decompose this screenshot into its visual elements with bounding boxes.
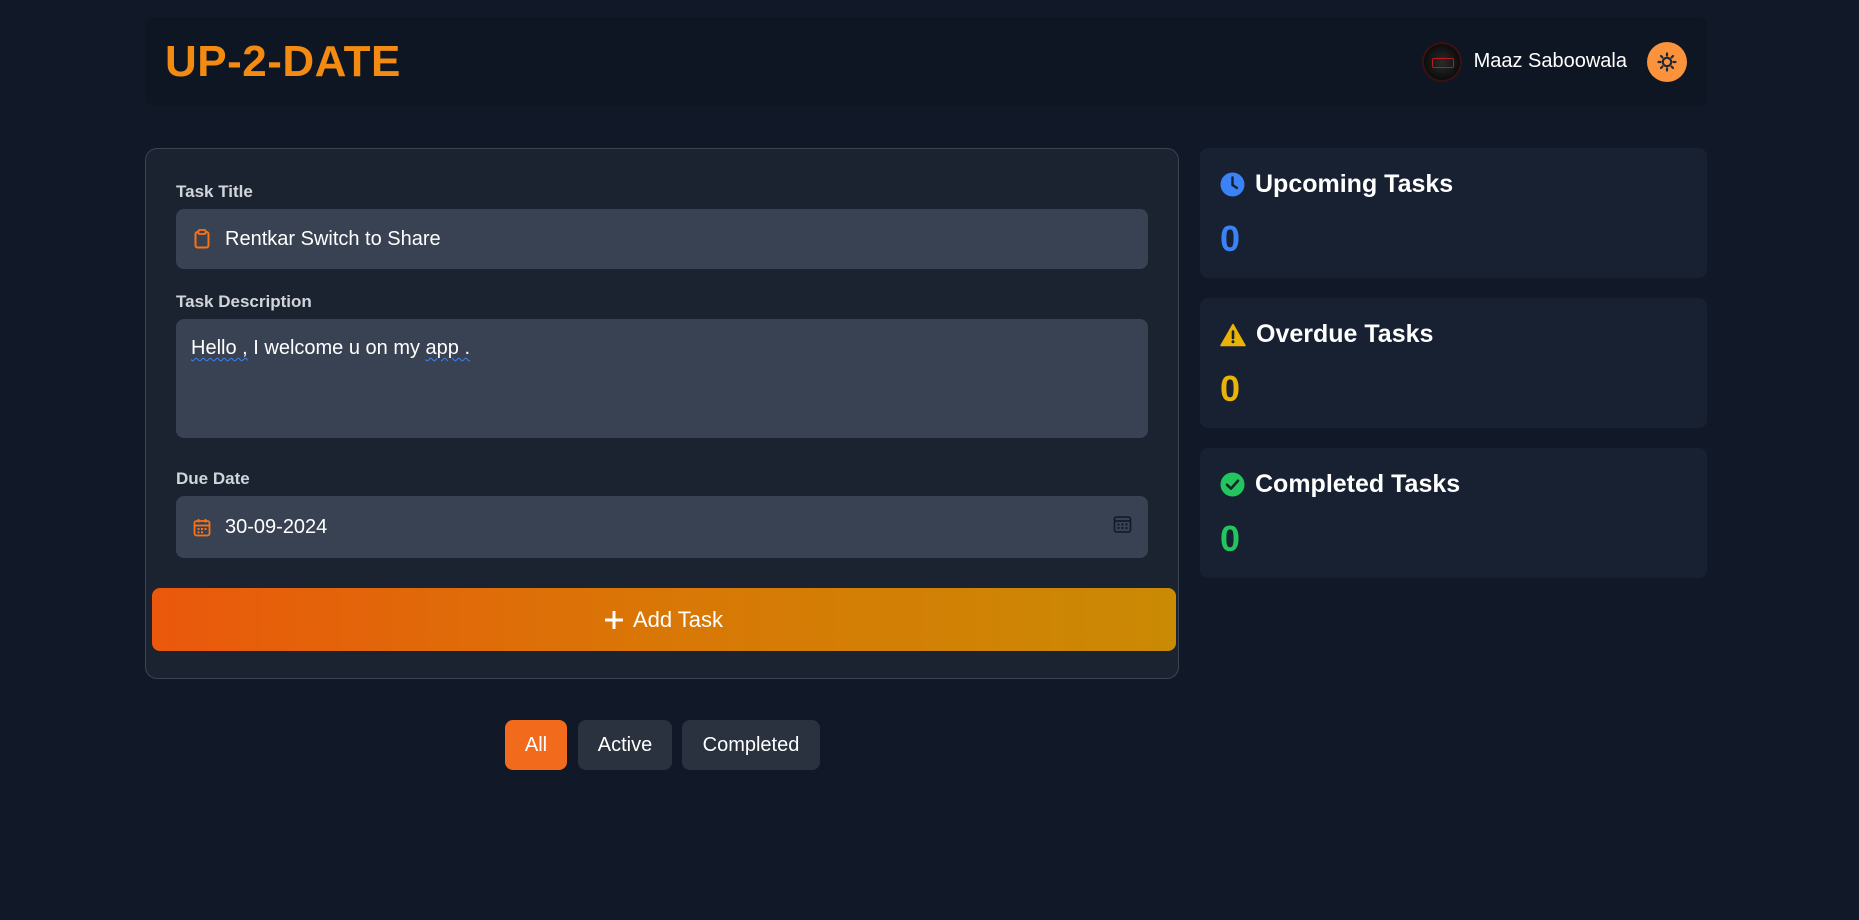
date-picker-icon[interactable]: [1113, 515, 1132, 540]
clock-icon: [1220, 172, 1245, 197]
app-page: UP-2-DATE Maaz Saboowala Task Title Rent…: [0, 0, 1859, 920]
description-text-part: I welcome u on my: [247, 337, 426, 359]
task-title-value: Rentkar Switch to Share: [225, 227, 441, 250]
user-area: Maaz Saboowala: [1421, 41, 1687, 82]
theme-toggle-button[interactable]: [1647, 41, 1687, 82]
sun-icon: [1657, 51, 1677, 72]
add-task-button[interactable]: Add Task: [152, 588, 1176, 651]
app-logo[interactable]: UP-2-DATE: [165, 37, 401, 87]
upcoming-tasks-count: 0: [1220, 218, 1241, 259]
task-description-input[interactable]: Hello , I welcome u on my app .: [176, 319, 1148, 438]
filter-active-button[interactable]: Active: [578, 720, 672, 770]
completed-tasks-card: Completed Tasks 0: [1200, 448, 1707, 578]
overdue-tasks-title: Overdue Tasks: [1256, 320, 1434, 348]
task-title-input[interactable]: Rentkar Switch to Share: [176, 209, 1148, 269]
clipboard-icon: [191, 228, 213, 250]
warning-icon: [1220, 323, 1246, 346]
due-date-value: 30-09-2024: [225, 515, 328, 538]
check-circle-icon: [1220, 472, 1245, 497]
overdue-tasks-count: 0: [1220, 368, 1241, 409]
add-task-label: Add Task: [632, 606, 724, 632]
description-text-part: app .: [425, 337, 471, 359]
description-text-part: Hello ,: [191, 337, 248, 359]
calendar-icon: [191, 516, 213, 538]
upcoming-tasks-card: Upcoming Tasks 0: [1200, 148, 1707, 278]
user-name[interactable]: Maaz Saboowala: [1474, 50, 1627, 73]
task-title-label: Task Title: [176, 182, 253, 201]
task-description-label: Task Description: [176, 292, 312, 311]
plus-icon: [604, 610, 623, 629]
avatar[interactable]: [1421, 41, 1462, 82]
due-date-label: Due Date: [176, 469, 250, 488]
overdue-tasks-card: Overdue Tasks 0: [1200, 298, 1707, 428]
completed-tasks-count: 0: [1220, 518, 1241, 559]
upcoming-tasks-title: Upcoming Tasks: [1255, 170, 1454, 198]
completed-tasks-title: Completed Tasks: [1255, 470, 1461, 498]
filter-completed-button[interactable]: Completed: [682, 720, 820, 770]
filter-all-button[interactable]: All: [505, 720, 567, 770]
task-form: Task Title Rentkar Switch to Share Task …: [145, 148, 1179, 679]
top-header: UP-2-DATE Maaz Saboowala: [145, 17, 1707, 106]
due-date-input[interactable]: 30-09-2024: [176, 496, 1148, 558]
